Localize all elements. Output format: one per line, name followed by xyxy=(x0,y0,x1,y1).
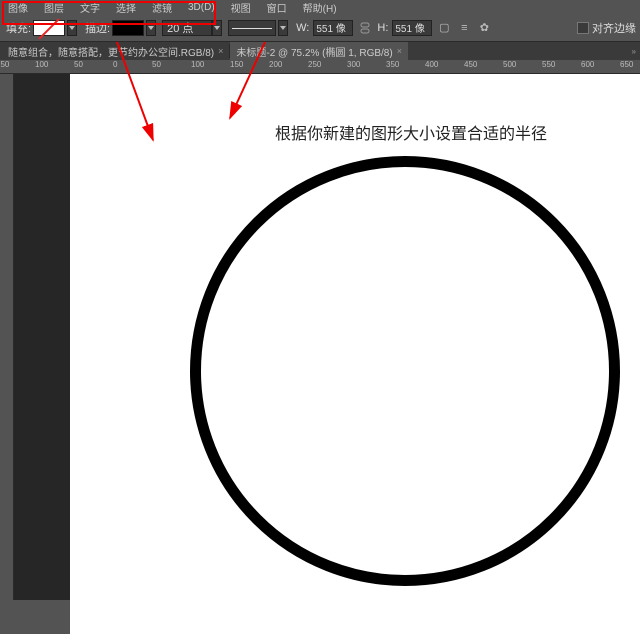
menu-item[interactable]: 图像 xyxy=(8,0,28,15)
menu-item[interactable]: 文字 xyxy=(80,0,100,15)
height-label: H: xyxy=(377,22,388,34)
options-bar: 填充: 描边: 20 点 W: 551 像 H: 551 像 ▢ ≡ ✿ 对齐边… xyxy=(0,14,640,42)
align-edges-label: 对齐边缘 xyxy=(592,20,636,36)
align-icon[interactable]: ≡ xyxy=(457,21,471,35)
expand-tabs-icon[interactable]: » xyxy=(632,47,636,56)
tab-label: 随意组合，随意搭配，更节约办公空间.RGB/8) xyxy=(8,44,214,59)
stroke-dropdown[interactable] xyxy=(146,20,156,36)
menu-item[interactable]: 图层 xyxy=(44,0,64,15)
gear-icon[interactable]: ✿ xyxy=(477,21,491,35)
fill-dropdown[interactable] xyxy=(67,20,77,36)
fill-label: 填充: xyxy=(6,20,31,36)
menu-item[interactable]: 滤镜 xyxy=(152,0,172,15)
width-label: W: xyxy=(296,22,309,34)
menu-item[interactable]: 3D(D) xyxy=(188,2,215,13)
ellipse-shape[interactable] xyxy=(190,156,620,586)
menu-item[interactable]: 选择 xyxy=(116,0,136,15)
stroke-width-input[interactable]: 20 点 xyxy=(162,20,212,36)
close-icon[interactable]: × xyxy=(397,46,402,56)
ruler-vertical xyxy=(0,74,14,600)
height-input[interactable]: 551 像 xyxy=(392,20,432,36)
document-tabs: 随意组合，随意搭配，更节约办公空间.RGB/8) × 未标题-2 @ 75.2%… xyxy=(0,42,640,60)
path-ops-icon[interactable]: ▢ xyxy=(437,21,451,35)
workspace: 根据你新建的图形大小设置合适的半径 xyxy=(0,74,640,600)
canvas[interactable]: 根据你新建的图形大小设置合适的半径 xyxy=(70,74,640,634)
close-icon[interactable]: × xyxy=(218,46,223,56)
annotation-text: 根据你新建的图形大小设置合适的半径 xyxy=(275,120,547,144)
link-wh-icon[interactable] xyxy=(358,21,372,35)
arrow-annotation xyxy=(115,40,165,155)
menu-bar: 图像 图层 文字 选择 滤镜 3D(D) 视图 窗口 帮助(H) xyxy=(0,0,640,14)
menu-item[interactable]: 视图 xyxy=(231,0,251,15)
arrow-annotation xyxy=(225,40,275,135)
stroke-style-dropdown[interactable] xyxy=(278,20,288,36)
menu-item[interactable]: 窗口 xyxy=(267,0,287,15)
stroke-width-dropdown[interactable] xyxy=(212,20,222,36)
align-edges-checkbox[interactable] xyxy=(577,22,589,34)
width-input[interactable]: 551 像 xyxy=(313,20,353,36)
fill-swatch[interactable] xyxy=(33,20,65,36)
stroke-style-picker[interactable] xyxy=(228,20,276,36)
stroke-swatch[interactable] xyxy=(112,20,144,36)
stroke-label: 描边: xyxy=(85,20,110,36)
menu-item[interactable]: 帮助(H) xyxy=(303,0,337,15)
ruler-horizontal: 150 100 50 0 50 100 150 200 250 300 350 … xyxy=(0,60,640,74)
